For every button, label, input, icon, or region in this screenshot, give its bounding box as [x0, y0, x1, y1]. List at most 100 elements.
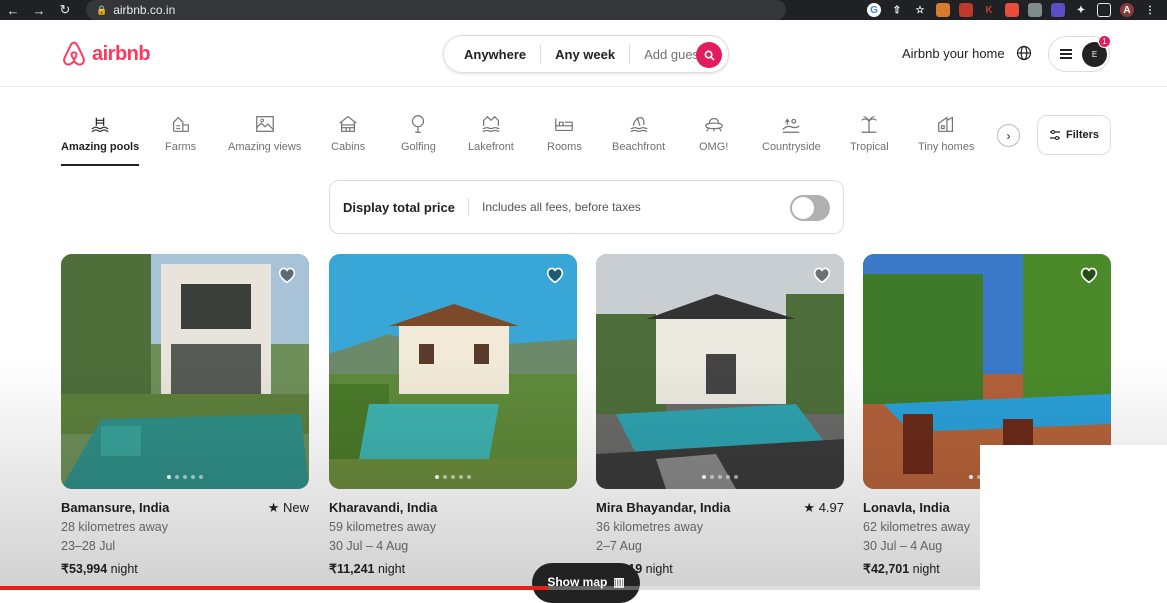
host-link[interactable]: Airbnb your home — [902, 46, 1005, 61]
extension-icon[interactable] — [1028, 3, 1042, 17]
category-label: Cabins — [331, 141, 366, 153]
category-label: Tiny homes — [918, 141, 975, 153]
divider — [467, 198, 469, 216]
search-where[interactable]: Anywhere — [444, 47, 540, 62]
heart-icon[interactable] — [277, 266, 297, 284]
more-icon[interactable]: ⋮ — [1143, 3, 1157, 17]
listing-dates: 2–7 Aug — [596, 539, 642, 553]
photo-pagination — [61, 475, 309, 479]
show-map-button[interactable]: Show map ▥ — [532, 563, 640, 603]
listing-image — [61, 254, 309, 489]
category-label: Golfing — [401, 141, 436, 153]
sliders-icon — [1049, 130, 1060, 140]
google-icon[interactable]: G — [867, 3, 881, 17]
category-farms[interactable]: Farms — [165, 113, 196, 153]
listing-rating: ★ New — [267, 500, 309, 515]
heart-icon[interactable] — [812, 266, 832, 284]
listing-info: Mira Bhayandar, India ★ 4.97 36 kilometr… — [596, 500, 844, 576]
category-amazing-views[interactable]: Amazing views — [228, 113, 301, 153]
countryside-icon — [782, 118, 801, 133]
category-cabins[interactable]: Cabins — [331, 113, 365, 153]
category-lakefront[interactable]: Lakefront — [468, 113, 514, 153]
extension-icon[interactable]: K — [982, 3, 996, 17]
category-label: Lakefront — [468, 141, 514, 153]
photo-pagination — [596, 475, 844, 479]
category-label: Beachfront — [612, 141, 666, 153]
category-tiny-homes[interactable]: Tiny homes — [918, 113, 974, 153]
globe-icon[interactable] — [1016, 45, 1032, 66]
category-amazing-pools[interactable]: Amazing pools — [61, 113, 140, 166]
user-menu-button[interactable]: E 1 — [1048, 35, 1111, 72]
room-icon — [555, 118, 574, 132]
filters-label: Filters — [1065, 129, 1099, 141]
golf-icon — [412, 115, 425, 133]
ufo-icon — [704, 117, 723, 132]
listing-price-amount: ₹42,701 — [863, 562, 910, 576]
filters-button[interactable]: Filters — [1037, 115, 1111, 155]
address-bar[interactable]: 🔒 airbnb.co.in — [86, 0, 786, 20]
cabin-icon — [339, 115, 357, 132]
lake-icon — [482, 115, 500, 132]
farm-icon — [172, 116, 189, 132]
listing-photo[interactable] — [329, 254, 577, 489]
category-tropical[interactable]: Tropical — [850, 113, 889, 153]
category-beachfront[interactable]: Beachfront — [612, 113, 665, 153]
heart-icon[interactable] — [545, 266, 565, 284]
notification-badge: 1 — [1098, 35, 1111, 48]
total-price-subtitle: Includes all fees, before taxes — [481, 200, 641, 214]
video-overlay-block — [980, 445, 1167, 590]
arrow-right-icon[interactable]: → — [26, 3, 52, 18]
category-rooms[interactable]: Rooms — [547, 113, 582, 153]
listing-photo[interactable] — [61, 254, 309, 489]
video-progress-fill — [0, 586, 549, 590]
category-golfing[interactable]: Golfing — [401, 113, 436, 153]
category-label: Amazing pools — [61, 141, 140, 153]
category-label: Rooms — [547, 141, 582, 153]
extension-icon[interactable] — [1051, 3, 1065, 17]
listing-photo[interactable] — [596, 254, 844, 489]
lock-icon: 🔒 — [96, 4, 108, 15]
heart-icon[interactable] — [1079, 266, 1099, 284]
bookmark-star-icon[interactable]: ☆ — [913, 3, 927, 17]
listing-card[interactable]: Bamansure, India ★ New 28 kilometres awa… — [61, 254, 309, 576]
reload-icon[interactable]: ↻ — [52, 2, 78, 18]
search-when[interactable]: Any week — [541, 47, 629, 62]
extension-bar: G ⇧ ☆ K ✦ A ⋮ — [867, 0, 1157, 20]
listing-price-unit: night — [642, 562, 673, 576]
airbnb-logo[interactable]: airbnb — [61, 40, 151, 68]
puzzle-icon[interactable]: ✦ — [1074, 3, 1088, 17]
listing-image — [596, 254, 844, 489]
listing-card[interactable]: Kharavandi, India 59 kilometres away 30 … — [329, 254, 577, 576]
search-button[interactable] — [696, 42, 722, 68]
category-label: Tropical — [850, 141, 889, 153]
tiny-home-icon — [938, 116, 954, 132]
listing-card[interactable]: Mira Bhayandar, India ★ 4.97 36 kilometr… — [596, 254, 844, 576]
listing-dates: 30 Jul – 4 Aug — [329, 539, 409, 553]
video-progress-bar[interactable] — [0, 586, 1167, 590]
chevron-right-icon[interactable]: › — [997, 124, 1020, 147]
browser-toolbar: ← → ↻ 🔒 airbnb.co.in G ⇧ ☆ K ✦ A ⋮ — [0, 0, 1167, 20]
category-label: Farms — [165, 141, 197, 153]
share-icon[interactable]: ⇧ — [890, 3, 904, 17]
listing-info: Kharavandi, India 59 kilometres away 30 … — [329, 500, 577, 576]
category-omg[interactable]: OMG! — [699, 113, 728, 153]
total-price-title: Display total price — [343, 199, 455, 215]
total-price-banner: Display total price Includes all fees, b… — [329, 180, 844, 234]
category-countryside[interactable]: Countryside — [762, 113, 821, 153]
listing-price: ₹53,994 night — [61, 561, 309, 576]
extension-icon[interactable] — [936, 3, 950, 17]
site-header: airbnb Anywhere Any week Add guests Airb… — [0, 20, 1167, 87]
listing-price-unit: night — [107, 562, 138, 576]
listing-location: Kharavandi, India — [329, 500, 438, 515]
toggle-knob — [792, 197, 814, 219]
search-bar[interactable]: Anywhere Any week Add guests — [443, 35, 729, 73]
extension-icon[interactable] — [1005, 3, 1019, 17]
palm-icon — [861, 116, 878, 133]
profile-avatar[interactable]: A — [1120, 3, 1134, 17]
listing-distance: 36 kilometres away — [596, 520, 703, 534]
listing-price-amount: ₹11,241 — [329, 562, 375, 576]
total-price-toggle[interactable] — [790, 195, 830, 221]
extension-icon[interactable] — [959, 3, 973, 17]
arrow-left-icon[interactable]: ← — [0, 3, 26, 18]
sidebar-icon[interactable] — [1097, 3, 1111, 17]
